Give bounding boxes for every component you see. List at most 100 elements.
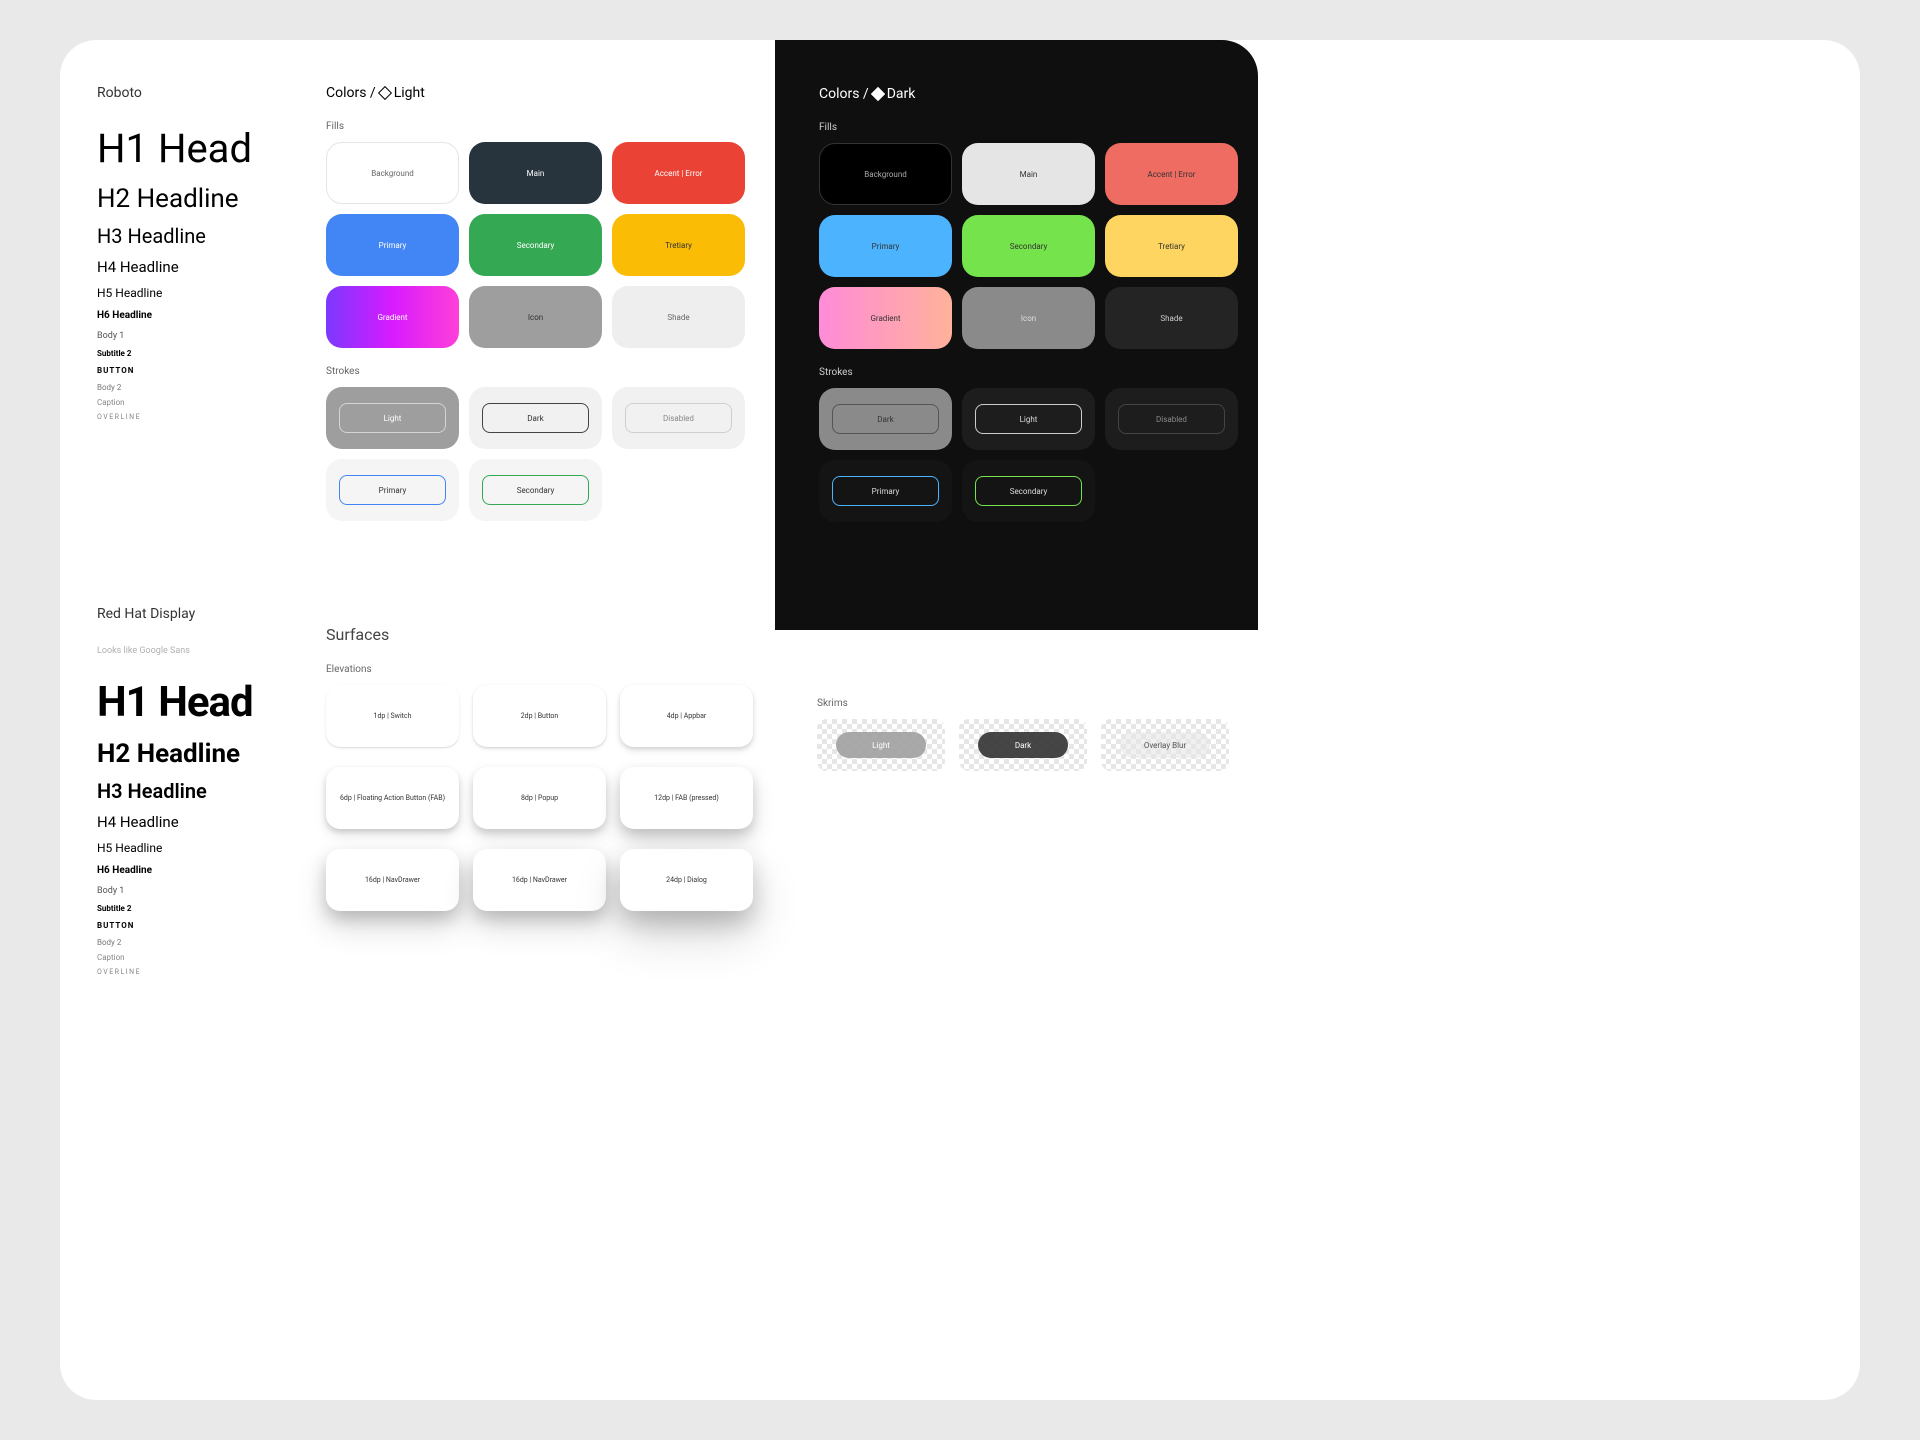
surfaces-title: Surfaces [326, 625, 766, 644]
panel-title: Colors / Dark [819, 86, 1236, 102]
typography-title: Roboto [97, 85, 297, 101]
panel-title: Colors / Light [326, 85, 776, 101]
stroke-swatch: Primary [326, 459, 459, 521]
diamond-filled-icon [871, 87, 885, 101]
h4-sample: H4 Headline [97, 813, 297, 831]
h3-sample: H3 Headline [97, 779, 297, 803]
color-swatch: Accent | Error [1105, 143, 1238, 205]
color-swatch: Shade [1105, 287, 1238, 349]
colors-dark-panel: Colors / Dark Fills BackgroundMainAccent… [775, 40, 1258, 630]
button-sample: BUTTON [97, 366, 297, 375]
stroke-swatch: Secondary [962, 460, 1095, 522]
stroke-swatch: Primary [819, 460, 952, 522]
elevation-card: 16dp | NavDrawer [473, 849, 606, 911]
color-swatch: Secondary [469, 214, 602, 276]
elevation-card: 1dp | Switch [326, 685, 459, 747]
h5-sample: H5 Headline [97, 286, 297, 300]
panel-title-prefix: Colors / [819, 86, 869, 102]
stroke-swatch-inner: Secondary [975, 476, 1081, 506]
skrims-grid: Light Dark Overlay Blur [817, 719, 1247, 771]
color-swatch: Gradient [326, 286, 459, 348]
stroke-swatch: Light [326, 387, 459, 449]
fills-label: Fills [326, 121, 776, 132]
h6-sample: H6 Headline [97, 865, 297, 876]
panel-title-prefix: Colors / [326, 85, 376, 101]
color-swatch: Main [962, 143, 1095, 205]
subtitle2-sample: Subtitle 2 [97, 904, 297, 913]
fills-label: Fills [819, 122, 1236, 133]
color-swatch: Gradient [819, 287, 952, 349]
skrim-pill: Light [836, 732, 926, 758]
skrim-cell: Dark [959, 719, 1087, 771]
elevation-card: 8dp | Popup [473, 767, 606, 829]
stroke-swatch-inner: Disabled [1118, 404, 1224, 434]
overline-sample: OVERLINE [97, 968, 297, 976]
color-swatch: Main [469, 142, 602, 204]
stroke-swatch: Disabled [612, 387, 745, 449]
typography-redhat: Red Hat Display Looks like Google Sans H… [97, 606, 297, 976]
diamond-outline-icon [378, 86, 392, 100]
body1-sample: Body 1 [97, 331, 297, 341]
elevations-grid: 1dp | Switch2dp | Button4dp | Appbar 6dp … [326, 685, 766, 911]
caption-sample: Caption [97, 953, 297, 962]
stroke-swatch-inner: Light [975, 404, 1081, 434]
stroke-swatch-inner: Dark [482, 403, 588, 433]
artboard: Roboto H1 Head H2 Headline H3 Headline H… [60, 40, 1860, 1400]
stroke-swatch-inner: Light [339, 403, 445, 433]
elevation-card: 6dp | Floating Action Button (FAB) [326, 767, 459, 829]
stroke-swatch-inner: Disabled [625, 403, 731, 433]
strokes-grid: Dark Light Disabled Primary Secondary [819, 388, 1236, 522]
button-sample: BUTTON [97, 921, 297, 930]
color-swatch: Shade [612, 286, 745, 348]
stroke-swatch: Secondary [469, 459, 602, 521]
body2-sample: Body 2 [97, 938, 297, 947]
stroke-swatch-inner: Primary [832, 476, 938, 506]
h3-sample: H3 Headline [97, 224, 297, 248]
color-swatch: Icon [962, 287, 1095, 349]
stroke-swatch-inner: Dark [832, 404, 938, 434]
typography-roboto: Roboto H1 Head H2 Headline H3 Headline H… [97, 85, 297, 421]
color-swatch: Primary [326, 214, 459, 276]
color-swatch: Tretiary [612, 214, 745, 276]
panel-title-mode: Light [394, 85, 425, 101]
skrim-pill: Overlay Blur [1120, 732, 1210, 758]
color-swatch: Background [819, 143, 952, 205]
subtitle2-sample: Subtitle 2 [97, 349, 297, 358]
body1-sample: Body 1 [97, 886, 297, 896]
strokes-grid: Light Dark Disabled Primary Secondary [326, 387, 776, 521]
stroke-swatch: Disabled [1105, 388, 1238, 450]
skrim-cell: Overlay Blur [1101, 719, 1229, 771]
overline-sample: OVERLINE [97, 413, 297, 421]
skrim-pill: Dark [978, 732, 1068, 758]
skrims-section: Skrims Light Dark Overlay Blur [817, 680, 1247, 771]
typography-title: Red Hat Display [97, 606, 297, 622]
stroke-swatch-inner: Primary [339, 475, 445, 505]
stroke-swatch: Dark [469, 387, 602, 449]
h6-sample: H6 Headline [97, 310, 297, 321]
elevation-card: 4dp | Appbar [620, 685, 753, 747]
elevation-card: 12dp | FAB (pressed) [620, 767, 753, 829]
elevation-card: 2dp | Button [473, 685, 606, 747]
surfaces-section: Surfaces Elevations 1dp | Switch2dp | Bu… [326, 625, 766, 911]
strokes-label: Strokes [819, 367, 1236, 378]
colors-light-panel: Colors / Light Fills BackgroundMainAccen… [326, 85, 776, 521]
stroke-swatch: Light [962, 388, 1095, 450]
skrims-label: Skrims [817, 698, 1247, 709]
elevation-card: 16dp | NavDrawer [326, 849, 459, 911]
typography-subtitle: Looks like Google Sans [97, 646, 297, 656]
color-swatch: Accent | Error [612, 142, 745, 204]
color-swatch: Icon [469, 286, 602, 348]
h2-sample: H2 Headline [97, 739, 297, 769]
color-swatch: Secondary [962, 215, 1095, 277]
color-swatch: Primary [819, 215, 952, 277]
fills-grid: BackgroundMainAccent | ErrorPrimarySecon… [326, 142, 776, 348]
stroke-swatch: Dark [819, 388, 952, 450]
h2-sample: H2 Headline [97, 184, 297, 214]
h4-sample: H4 Headline [97, 258, 297, 276]
elevation-card: 24dp | Dialog [620, 849, 753, 911]
h1-sample: H1 Head [97, 125, 297, 172]
caption-sample: Caption [97, 398, 297, 407]
color-swatch: Tretiary [1105, 215, 1238, 277]
strokes-label: Strokes [326, 366, 776, 377]
elevations-label: Elevations [326, 664, 766, 675]
